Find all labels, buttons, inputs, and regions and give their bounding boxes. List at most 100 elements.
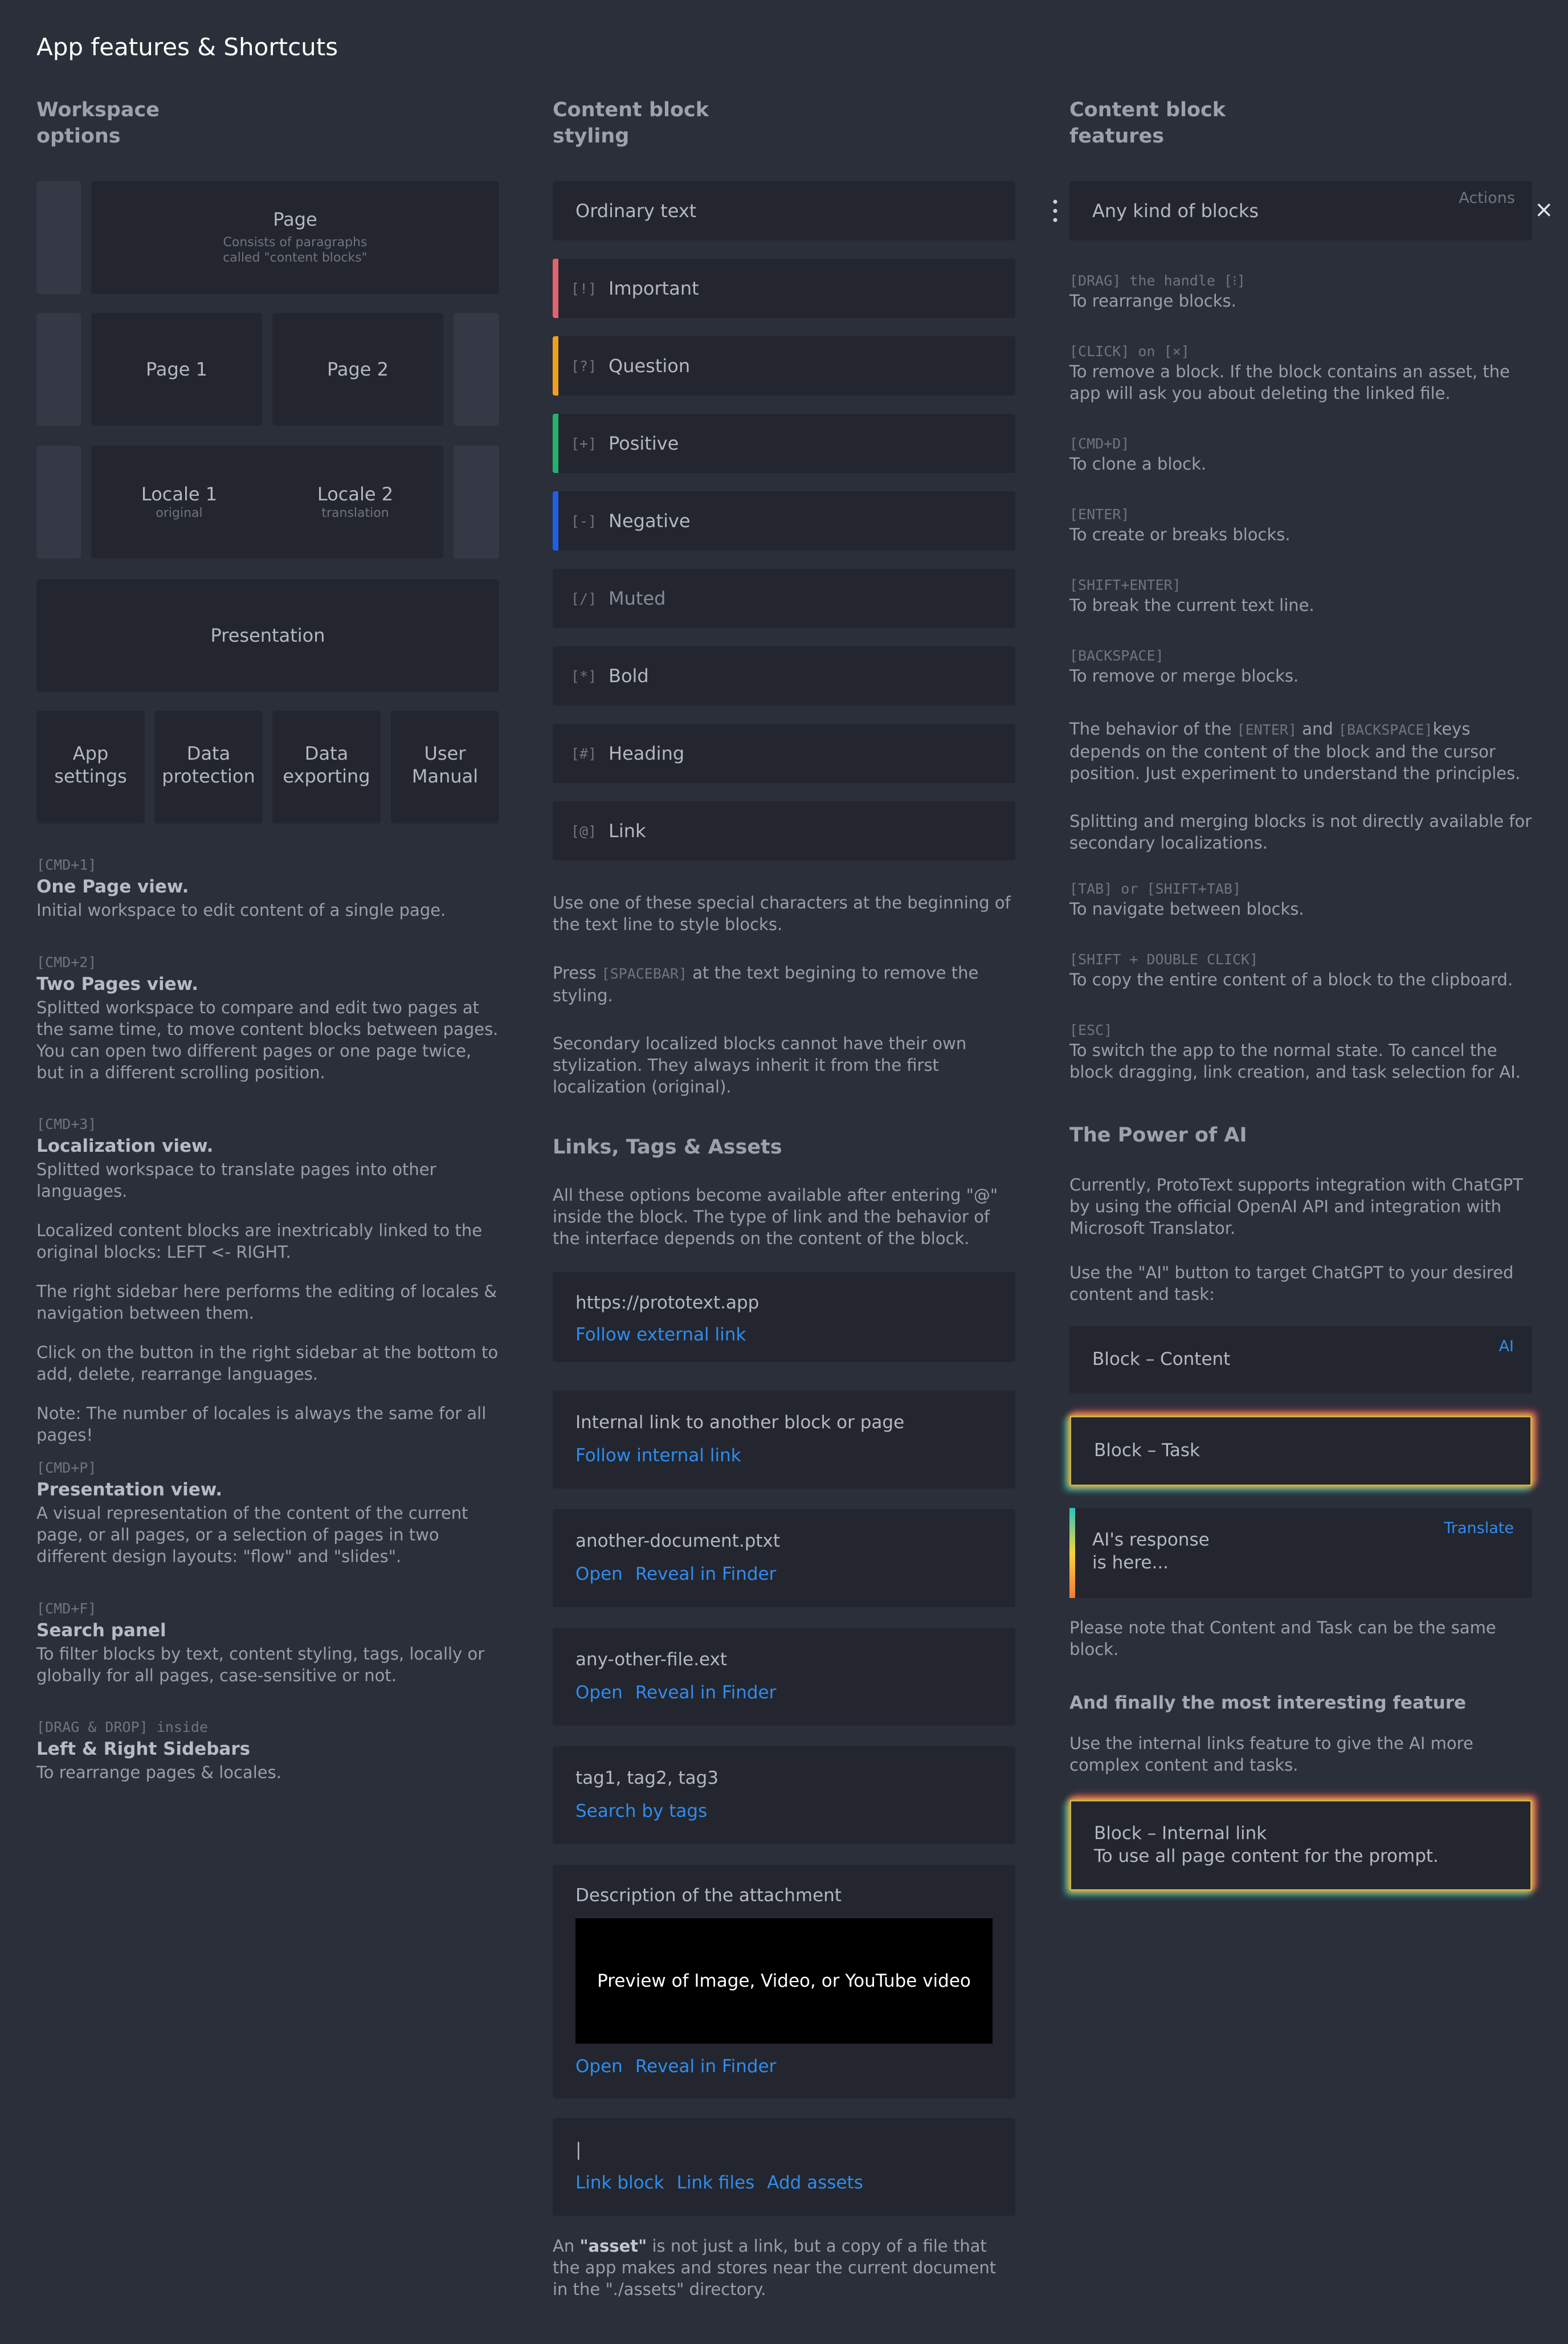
feature-key: [SHIFT + DOUBLE CLICK]	[1069, 951, 1259, 968]
data-protection-tile[interactable]: Data protection	[154, 711, 263, 824]
block-heading[interactable]: [#] Heading	[553, 724, 1015, 783]
shortcut-key: [CMD+1]	[36, 857, 97, 873]
document-link-card[interactable]: another-document.ptxt Open Reveal in Find…	[553, 1509, 1015, 1607]
shortcut-key: [CMD+P]	[36, 1460, 97, 1476]
page-panel[interactable]: Page Consists of paragraphs called "cont…	[91, 181, 499, 294]
block-negative[interactable]: [-] Negative	[553, 491, 1015, 551]
block-task[interactable]: Block – Task	[1069, 1416, 1532, 1486]
shortcut-two-pages: [CMD+2] Two Pages view. Splitted workspa…	[36, 954, 499, 1083]
open-link[interactable]: Open	[575, 1682, 623, 1703]
shortcut-sidebars: [DRAG & DROP] inside Left & Right Sideba…	[36, 1719, 499, 1783]
block-label: Important	[609, 278, 699, 299]
shortcut-desc: The right sidebar here performs the edit…	[36, 1282, 497, 1323]
workspace-heading: Workspace options	[36, 99, 160, 148]
block-label: Block – Internal link	[1094, 1823, 1267, 1844]
links-intro: All these options become available after…	[553, 1185, 998, 1248]
block-important[interactable]: [!] Important	[553, 259, 1015, 318]
external-link-card[interactable]: https://prototext.app Follow external li…	[553, 1272, 1015, 1362]
splitting-note: Splitting and merging blocks is not dire…	[1069, 812, 1532, 853]
open-link[interactable]: Open	[575, 2056, 623, 2077]
left-sidebar-panel[interactable]	[36, 446, 81, 559]
shortcut-key: [CMD+F]	[36, 1600, 97, 1617]
reveal-in-finder-link[interactable]: Reveal in Finder	[635, 2056, 777, 2077]
tile-label-2: Manual	[411, 765, 479, 787]
block-positive[interactable]: [+] Positive	[553, 414, 1015, 473]
presentation-label: Presentation	[210, 625, 325, 646]
text-cursor[interactable]: |	[575, 2139, 581, 2160]
block-bold[interactable]: [*] Bold	[553, 646, 1015, 706]
response-line-1: AI's response	[1092, 1530, 1210, 1550]
page-sub1: Consists of paragraphs	[223, 235, 368, 250]
ai-heading: The Power of AI	[1069, 1124, 1247, 1147]
asset-note: An "asset" is not just a link, but a cop…	[553, 2235, 1015, 2300]
translate-button[interactable]: Translate	[1444, 1519, 1514, 1537]
block-question[interactable]: [?] Question	[553, 336, 1015, 396]
shortcut-desc: Splitted workspace to compare and edit t…	[36, 998, 499, 1082]
block-label: Any kind of blocks	[1092, 200, 1259, 222]
reveal-in-finder-link[interactable]: Reveal in Finder	[635, 1682, 777, 1703]
block-ordinary[interactable]: Ordinary text	[553, 181, 1015, 240]
actions-button[interactable]: Actions	[1459, 189, 1515, 207]
links-heading: Links, Tags & Assets	[553, 1136, 782, 1159]
right-sidebar-panel[interactable]	[454, 446, 499, 559]
user-manual-tile[interactable]: User Manual	[391, 711, 499, 824]
right-sidebar-panel[interactable]	[454, 313, 499, 426]
styling-note: Use one of these special characters at t…	[553, 893, 1011, 934]
page-label: Page	[273, 209, 317, 230]
add-assets-button[interactable]: Add assets	[767, 2172, 863, 2193]
follow-internal-link[interactable]: Follow internal link	[575, 1445, 741, 1466]
new-link-card[interactable]: | Link block Link files Add assets	[553, 2118, 1015, 2216]
follow-external-link[interactable]: Follow external link	[575, 1324, 746, 1345]
feature-desc: To copy the entire content of a block to…	[1069, 970, 1513, 989]
shortcut-title: Left & Right Sidebars	[36, 1739, 251, 1759]
block-link[interactable]: [@] Link	[553, 801, 1015, 861]
open-link[interactable]: Open	[575, 1564, 623, 1584]
feature-desc: To clone a block.	[1069, 454, 1207, 474]
search-by-tags-link[interactable]: Search by tags	[575, 1801, 707, 1821]
attachment-card[interactable]: Description of the attachment Preview of…	[553, 1865, 1015, 2098]
block-label: Bold	[609, 665, 649, 687]
feature-desc: To switch the app to the normal state. T…	[1069, 1041, 1521, 1082]
feature-desc: To rearrange blocks.	[1069, 291, 1236, 311]
file-link-card[interactable]: any-other-file.ext Open Reveal in Finder	[553, 1628, 1015, 1726]
close-icon[interactable]: ×	[1534, 196, 1554, 223]
style-mark: [+]	[571, 435, 597, 452]
left-sidebar-panel[interactable]	[36, 181, 81, 294]
feature-item: [SHIFT + DOUBLE CLICK] To copy the entir…	[1069, 951, 1532, 990]
link-files-button[interactable]: Link files	[677, 2172, 755, 2193]
app-settings-tile[interactable]: App settings	[36, 711, 145, 824]
reveal-in-finder-link[interactable]: Reveal in Finder	[635, 1564, 777, 1584]
tile-label-2: exporting	[283, 765, 370, 787]
shortcut-title: Localization view.	[36, 1136, 214, 1156]
locale2-label: Locale 2	[317, 483, 394, 505]
spacebar-note: Press [SPACEBAR] at the text begining to…	[553, 962, 1015, 1006]
page1-panel[interactable]: Page 1	[91, 313, 262, 426]
drag-handle-icon[interactable]	[1052, 198, 1059, 223]
ai-button[interactable]: AI	[1499, 1338, 1514, 1355]
block-content[interactable]: Block – Content AI	[1069, 1326, 1532, 1393]
spacebar-key: [SPACEBAR]	[601, 965, 688, 982]
link-block-button[interactable]: Link block	[575, 2172, 664, 2193]
left-sidebar-panel[interactable]	[36, 313, 81, 426]
block-any[interactable]: Any kind of blocks Actions	[1069, 181, 1532, 240]
style-mark: [?]	[571, 358, 597, 374]
tile-label-1: Data	[186, 743, 231, 764]
internal-link-card[interactable]: Internal link to another block or page F…	[553, 1391, 1015, 1489]
style-bar	[553, 259, 558, 318]
locales-panel[interactable]: Locale 1 original Locale 2 translation	[91, 446, 443, 559]
presentation-panel[interactable]: Presentation	[36, 579, 499, 692]
shortcut-title: Search panel	[36, 1620, 166, 1641]
shortcut-desc: Click on the button in the right sidebar…	[36, 1343, 499, 1384]
shortcut-desc: Localized content blocks are inextricabl…	[36, 1221, 483, 1262]
media-preview[interactable]: Preview of Image, Video, or YouTube vide…	[575, 1918, 993, 2044]
block-internal-link[interactable]: Block – Internal link To use all page co…	[1069, 1800, 1532, 1891]
feature-item: [SHIFT+ENTER] To break the current text …	[1069, 577, 1532, 616]
page2-panel[interactable]: Page 2	[272, 313, 443, 426]
style-mark: [/]	[571, 590, 597, 607]
ai-response-block[interactable]: AI's response is here... Translate	[1069, 1508, 1532, 1598]
tags-card[interactable]: tag1, tag2, tag3 Search by tags	[553, 1746, 1015, 1844]
block-muted[interactable]: [/] Muted	[553, 569, 1015, 628]
block-label: Block – Task	[1094, 1440, 1200, 1461]
shortcut-desc: To filter blocks by text, content stylin…	[36, 1644, 485, 1685]
data-exporting-tile[interactable]: Data exporting	[272, 711, 381, 824]
